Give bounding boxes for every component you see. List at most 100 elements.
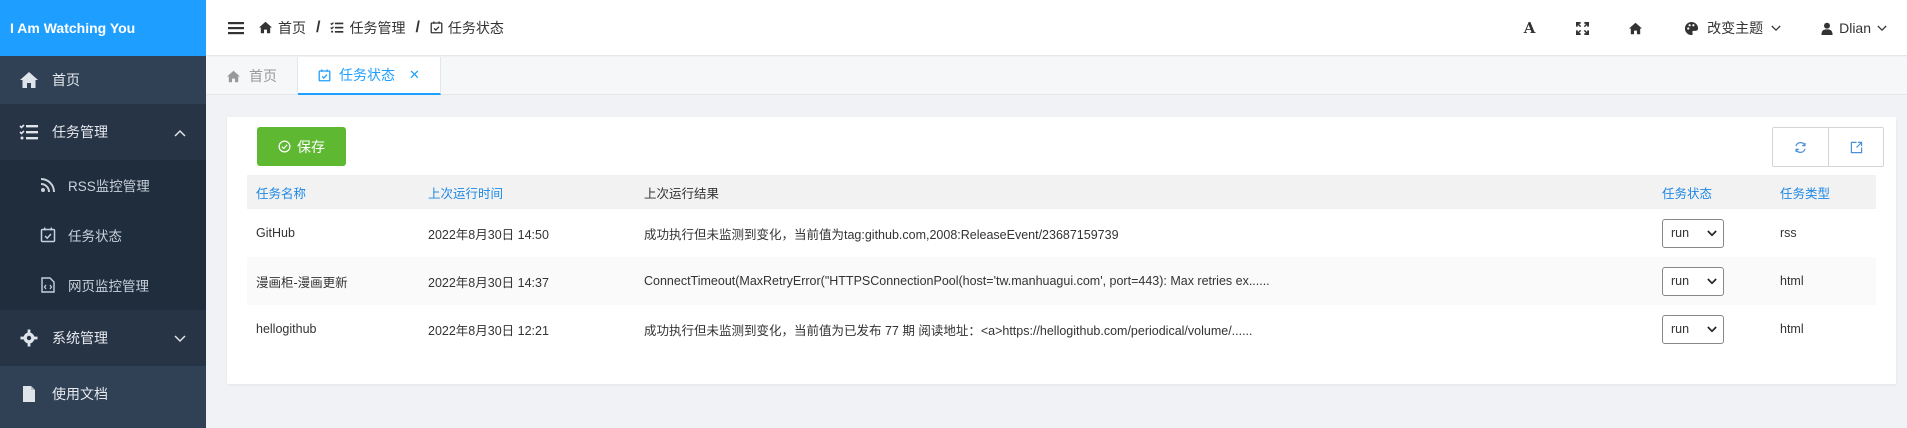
sidebar-item-rss[interactable]: RSS监控管理 <box>0 160 206 210</box>
chevron-down-icon <box>1877 25 1887 31</box>
calendar-check-icon <box>430 21 443 34</box>
status-select[interactable]: run <box>1662 314 1724 344</box>
save-button[interactable]: 保存 <box>257 127 346 166</box>
chevron-down-icon <box>1707 277 1717 284</box>
table-header-row: 任务名称 上次运行时间 上次运行结果 任务状态 任务类型 <box>247 175 1876 209</box>
rss-icon <box>38 175 58 195</box>
table-row: hellogithub 2022年8月30日 12:21 成功执行但未监测到变化… <box>247 305 1876 353</box>
header-actions: A 改变主题 Dlian <box>1503 0 1907 56</box>
column-header-task-type[interactable]: 任务类型 <box>1771 175 1876 209</box>
breadcrumb-separator: / <box>316 18 321 36</box>
close-icon[interactable]: ✕ <box>409 67 420 83</box>
calendar-check-icon <box>318 68 331 81</box>
file-icon <box>18 383 40 405</box>
sidebar-item-label: 系统管理 <box>52 330 108 346</box>
table-tools <box>1772 127 1884 167</box>
cell-last-run-result: ConnectTimeout(MaxRetryError("HTTPSConne… <box>635 257 1653 305</box>
column-header-task-name[interactable]: 任务名称 <box>247 175 419 209</box>
list-check-icon <box>18 121 40 143</box>
palette-icon <box>1685 21 1699 35</box>
cell-last-run-time: 2022年8月30日 14:37 <box>419 257 635 305</box>
cell-last-run-result: 成功执行但未监测到变化，当前值为tag:github.com,2008:Rele… <box>644 227 1119 242</box>
breadcrumb-task-status: 任务状态 <box>430 18 504 38</box>
sidebar-item-label: 网页监控管理 <box>68 279 149 294</box>
breadcrumb-label: 任务状态 <box>447 19 504 36</box>
breadcrumb-label: 任务管理 <box>349 19 406 36</box>
task-submenu: RSS监控管理 任务状态 网页监控管理 <box>0 160 206 310</box>
cell-last-run-time: 2022年8月30日 14:50 <box>428 227 549 242</box>
sidebar-item-system-management[interactable]: 系统管理 <box>0 310 206 366</box>
sidebar-item-web-monitor[interactable]: 网页监控管理 <box>0 260 206 310</box>
export-icon <box>1850 141 1862 153</box>
tab-task-status[interactable]: 任务状态 ✕ <box>298 57 441 95</box>
sidebar-item-task-management[interactable]: 任务管理 <box>0 104 206 160</box>
user-menu[interactable]: Dlian <box>1821 20 1887 36</box>
user-icon <box>1821 22 1833 35</box>
font-icon: A <box>1523 19 1536 37</box>
status-select-value: run <box>1671 322 1690 336</box>
menu-toggle-icon[interactable] <box>224 16 248 40</box>
top-header: 首页 / 任务管理 / 任务状态 A 改变主题 Dlian <box>206 0 1907 56</box>
sidebar-item-label: RSS监控管理 <box>68 179 150 194</box>
table-row: 漫画柜-漫画更新 2022年8月30日 14:37 ConnectTimeout… <box>247 257 1876 305</box>
home-icon <box>227 70 240 82</box>
chevron-up-icon <box>174 124 186 140</box>
cell-task-type: html <box>1780 322 1804 336</box>
check-circle-icon <box>278 140 291 153</box>
tab-label: 任务状态 <box>339 67 395 83</box>
save-label: 保存 <box>297 138 325 155</box>
cell-last-run-time: 2022年8月30日 12:21 <box>428 323 549 338</box>
column-header-task-status[interactable]: 任务状态 <box>1653 175 1771 209</box>
sidebar-item-label: 使用文档 <box>52 386 108 402</box>
status-select-value: run <box>1671 226 1690 240</box>
task-table: 任务名称 上次运行时间 上次运行结果 任务状态 任务类型 GitHub 2022… <box>247 175 1876 353</box>
cell-task-type: rss <box>1780 226 1797 240</box>
cell-last-run-result: 成功执行但未监测到变化，当前值为已发布 77 期 阅读地址：<a>https:/… <box>644 323 1253 338</box>
status-select[interactable]: run <box>1662 266 1724 296</box>
font-size-button[interactable]: A <box>1503 0 1556 56</box>
cell-task-name: GitHub <box>256 226 295 240</box>
sidebar-item-label: 任务状态 <box>68 229 122 244</box>
status-select-value: run <box>1671 274 1690 288</box>
expand-icon <box>1576 21 1590 35</box>
user-name: Dlian <box>1839 20 1871 36</box>
refresh-button[interactable] <box>1773 128 1828 166</box>
breadcrumb-home[interactable]: 首页 <box>258 18 306 38</box>
app-logo[interactable]: I Am Watching You <box>0 0 206 56</box>
status-select[interactable]: run <box>1662 218 1724 248</box>
breadcrumb-task-management[interactable]: 任务管理 <box>330 18 405 38</box>
sidebar-item-label: 任务管理 <box>52 124 108 140</box>
theme-switcher[interactable]: 改变主题 <box>1684 18 1781 38</box>
sidebar-item-label: 首页 <box>52 72 80 88</box>
table-row: GitHub 2022年8月30日 14:50 成功执行但未监测到变化，当前值为… <box>247 209 1876 257</box>
refresh-icon <box>1795 141 1806 153</box>
home-button[interactable] <box>1609 0 1662 56</box>
file-code-icon <box>38 275 58 295</box>
fullscreen-button[interactable] <box>1556 0 1609 56</box>
theme-label: 改变主题 <box>1707 20 1764 36</box>
column-header-last-run-time[interactable]: 上次运行时间 <box>419 175 635 209</box>
sidebar: I Am Watching You 首页 任务管理 RSS监控管理 任务状态 网… <box>0 0 206 428</box>
export-button[interactable] <box>1828 128 1883 166</box>
chevron-down-icon <box>174 330 186 346</box>
calendar-check-icon <box>38 225 58 245</box>
chevron-down-icon <box>1707 229 1717 236</box>
home-icon <box>259 21 272 34</box>
cell-task-status: run <box>1653 209 1771 257</box>
home-icon <box>1629 22 1643 34</box>
chevron-down-icon <box>1707 325 1717 332</box>
breadcrumb: 首页 / 任务管理 / 任务状态 <box>258 18 504 38</box>
cell-task-name: 漫画柜-漫画更新 <box>247 257 419 305</box>
sidebar-item-task-status[interactable]: 任务状态 <box>0 210 206 260</box>
breadcrumb-label: 首页 <box>278 19 306 36</box>
sidebar-item-home[interactable]: 首页 <box>0 56 206 104</box>
chevron-down-icon <box>1771 25 1781 31</box>
tab-home[interactable]: 首页 <box>206 57 298 95</box>
breadcrumb-separator: / <box>415 18 420 36</box>
cell-task-type: html <box>1771 257 1876 305</box>
list-check-icon <box>330 22 344 33</box>
cell-task-name: hellogithub <box>256 322 317 336</box>
sidebar-item-docs[interactable]: 使用文档 <box>0 366 206 422</box>
tab-bar: 首页 任务状态 ✕ <box>206 57 1907 95</box>
home-icon <box>18 69 40 91</box>
